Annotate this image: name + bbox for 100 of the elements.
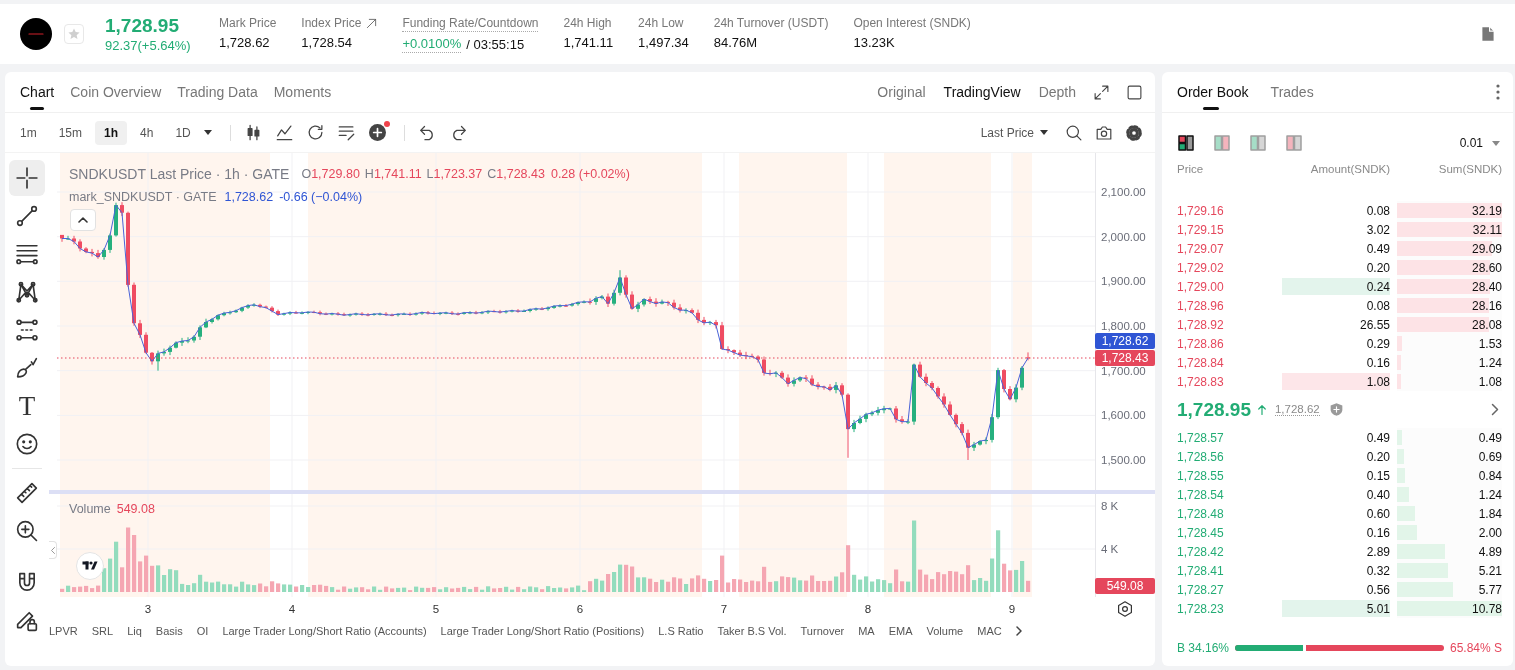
time-axis-label: 4 — [288, 603, 296, 615]
time-axis-label: 6 — [576, 603, 584, 615]
order-sum: 0.49 — [1478, 430, 1502, 445]
maximize-icon[interactable] — [1127, 84, 1142, 100]
order-amount: 3.02 — [1365, 221, 1390, 238]
order-book-tab[interactable]: Order Book — [1172, 72, 1254, 112]
order-book-view-icon[interactable] — [1178, 135, 1194, 151]
order-price[interactable]: 1,729.00 — [1177, 279, 1224, 294]
stat-label: 24h Turnover (USDT) — [713, 15, 829, 31]
line-chart-icon[interactable] — [275, 124, 293, 141]
order-amount: 26.55 — [1358, 316, 1390, 333]
ohlc-value: 1,723.37 — [433, 166, 483, 181]
order-price[interactable]: 1,729.02 — [1177, 260, 1224, 275]
time-axis-label: 7 — [720, 603, 728, 615]
indicator-tab[interactable]: Liq — [127, 625, 142, 637]
undo-icon[interactable] — [418, 124, 436, 141]
indicator-tab[interactable]: MA — [858, 625, 875, 637]
order-sum: 28.40 — [1471, 279, 1502, 294]
order-price[interactable]: 1,728.23 — [1177, 601, 1224, 616]
indicator-tab[interactable]: Basis — [155, 625, 183, 637]
ruler-icon — [16, 482, 38, 504]
logo-icon[interactable] — [76, 552, 104, 580]
order-price[interactable]: 1,729.15 — [1177, 222, 1224, 237]
order-price[interactable]: 1,728.96 — [1177, 298, 1224, 313]
search-icon[interactable] — [1066, 124, 1082, 141]
caret-down-icon — [1492, 140, 1500, 146]
indicator-tab[interactable]: Turnover — [800, 625, 845, 637]
indicator-tab[interactable]: Large Trader Long/Short Ratio (Accounts) — [222, 625, 427, 637]
order-price[interactable]: 1,729.16 — [1177, 203, 1224, 218]
view-tab[interactable]: TradingView — [943, 84, 1021, 100]
order-price[interactable]: 1,728.42 — [1177, 544, 1224, 559]
indicator-tab[interactable]: Volume — [926, 625, 964, 637]
order-price[interactable]: 1,728.84 — [1177, 355, 1224, 370]
order-price[interactable]: 1,728.86 — [1177, 336, 1224, 351]
indicator-tab[interactable]: MAC — [977, 625, 1002, 637]
order-price[interactable]: 1,728.56 — [1177, 449, 1224, 464]
mark-price[interactable]: 1,728.62 — [1274, 403, 1320, 416]
indicator-tab[interactable]: LPVR — [49, 625, 78, 637]
indicator-tab[interactable]: Taker B.S Vol. — [717, 625, 787, 637]
chart-symbol-label: SNDKUSDT Last Price · 1h · GATE — [69, 165, 290, 182]
collapse-handle[interactable] — [49, 541, 57, 559]
order-sum: 1.08 — [1478, 374, 1502, 389]
order-price[interactable]: 1,728.57 — [1177, 430, 1224, 445]
settings-icon[interactable] — [1117, 600, 1133, 617]
interval-tab[interactable]: 1D — [166, 120, 200, 145]
view-tab[interactable]: Original — [877, 84, 926, 100]
precision-select[interactable]: 0.01 — [1459, 136, 1500, 150]
order-price[interactable]: 1,728.41 — [1177, 563, 1224, 578]
price-axis-label: 2,100.00 — [1101, 186, 1146, 198]
chart-tab[interactable]: Chart — [15, 72, 60, 112]
indicator-tab[interactable]: SRL — [91, 625, 114, 637]
stat-label: 24h High — [563, 15, 613, 31]
column-header: Sum(SNDK) — [1438, 163, 1502, 175]
document-icon[interactable] — [1480, 26, 1496, 42]
price-label: 1,728.62 — [1095, 333, 1155, 349]
indicator-tab[interactable]: OI — [196, 625, 209, 637]
order-amount: 0.08 — [1365, 202, 1390, 219]
expand-icon[interactable] — [1094, 84, 1109, 100]
stat-label: Funding Rate/Countdown — [402, 15, 539, 32]
trend-line-icon — [16, 205, 38, 227]
funding-rate[interactable]: +0.0100% — [402, 35, 462, 53]
order-amount: 2.89 — [1365, 543, 1390, 560]
interval-tab[interactable]: 15m — [49, 120, 91, 145]
settings-icon[interactable] — [1126, 124, 1142, 141]
order-price[interactable]: 1,728.54 — [1177, 487, 1224, 502]
list-icon[interactable] — [337, 124, 355, 141]
stat-link[interactable]: Index Price — [301, 15, 362, 31]
order-price[interactable]: 1,728.83 — [1177, 374, 1224, 389]
chart-tab[interactable]: Trading Data — [172, 72, 263, 112]
drawing-tool-button[interactable] — [9, 160, 45, 196]
indicator-tab[interactable]: EMA — [888, 625, 913, 637]
indicator-tab[interactable]: Large Trader Long/Short Ratio (Positions) — [440, 625, 645, 637]
view-tab[interactable]: Depth — [1038, 84, 1076, 100]
order-price[interactable]: 1,729.07 — [1177, 241, 1224, 256]
order-sum: 0.69 — [1478, 449, 1502, 464]
price-source-select[interactable]: Last Price — [980, 125, 1048, 140]
order-amount: 0.20 — [1365, 259, 1390, 276]
order-amount: 0.32 — [1365, 562, 1390, 579]
collapse-button[interactable] — [70, 209, 96, 231]
rotate-icon[interactable] — [306, 124, 324, 141]
logo-icon — [20, 18, 52, 50]
add-icon[interactable] — [368, 124, 386, 141]
chevron-right-icon[interactable] — [1491, 403, 1499, 416]
interval-tab[interactable]: 4h — [131, 120, 163, 145]
camera-icon[interactable] — [1096, 124, 1112, 141]
text-tool-button[interactable]: T — [9, 388, 45, 424]
chart-tab[interactable]: Coin Overview — [65, 72, 167, 112]
interval-tab[interactable]: 1m — [11, 120, 46, 145]
interval-tab[interactable]: 1h — [95, 120, 128, 145]
chevron-right-icon[interactable] — [1015, 626, 1022, 636]
order-book-tab[interactable]: Trades — [1265, 72, 1319, 112]
order-price[interactable]: 1,728.27 — [1177, 582, 1224, 597]
order-price[interactable]: 1,728.45 — [1177, 525, 1224, 540]
order-price[interactable]: 1,728.55 — [1177, 468, 1224, 483]
chart-tab[interactable]: Moments — [268, 72, 337, 112]
indicator-tab[interactable]: L.S Ratio — [658, 625, 704, 637]
order-price[interactable]: 1,728.48 — [1177, 506, 1224, 521]
arrow-up-right-icon[interactable] — [366, 17, 378, 29]
more-icon[interactable] — [1496, 84, 1500, 100]
order-price[interactable]: 1,728.92 — [1177, 317, 1224, 332]
